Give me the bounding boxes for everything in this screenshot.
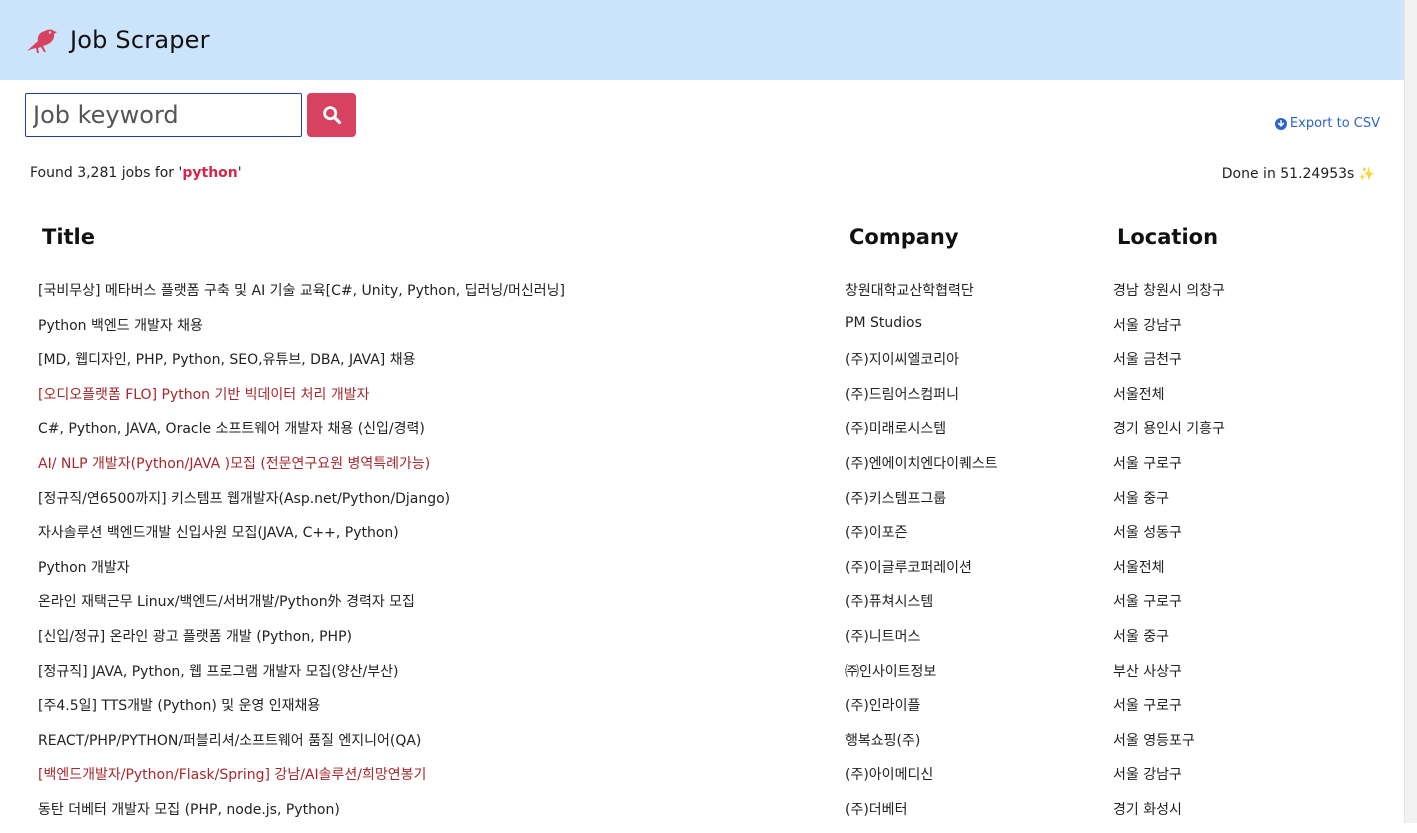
job-location: 서울 중구 [1113,490,1169,507]
job-title-link[interactable]: [오디오플랫폼 FLO] Python 기반 빅데이터 처리 개발자 [38,384,370,404]
company-name: (주)엔에이치엔다이퀘스트 [845,456,998,472]
elapsed-time-text: Done in 51.24953s ✨ [1221,166,1375,182]
job-location: 부산 사상구 [1113,663,1182,680]
table-row[interactable]: [신입/정규] 온라인 광고 플랫폼 개발 (Python, PHP) (주)니트… [0,626,1405,660]
job-location: 서울 성동구 [1113,525,1182,542]
company-name: (주)퓨쳐시스템 [845,594,934,611]
company-name: (주)이글루코퍼레이션 [845,559,972,576]
job-location: 서울 영등포구 [1113,732,1195,749]
company-name: (주)인라이플 [845,698,921,715]
table-row[interactable]: [정규직/연6500까지] 키스템프 웹개발자(Asp.net/Python/D… [0,488,1405,522]
job-location: 서울 강남구 [1113,317,1182,334]
company-name: (주)이포즌 [845,525,908,542]
table-row[interactable]: AI/ NLP 개발자(Python/JAVA )모집 (전문연구요원 병역특례… [0,453,1405,487]
table-row[interactable]: C#, Python, JAVA, Oracle 소프트웨어 개발자 채용 (신… [0,418,1405,452]
company-name: PM Studios [845,314,922,331]
table-row[interactable]: [주4.5일] TTS개발 (Python) 및 운영 인재채용 (주)인라이플 서… [0,695,1405,729]
job-location: 서울 중구 [1113,629,1169,645]
results-count-text: Found 3,281 jobs for 'python' [30,165,242,181]
table-row[interactable]: [오디오플랫폼 FLO] Python 기반 빅데이터 처리 개발자 (주)드림어… [0,384,1405,418]
job-title-link[interactable]: AI/ NLP 개발자(Python/JAVA )모집 (전문연구요원 병역특례… [38,453,430,473]
job-location: 서울 금천구 [1113,352,1182,369]
job-title-link[interactable]: 온라인 재택근무 Linux/백엔드/서버개발/Python外 경력자 모집 [38,591,415,611]
job-title-link[interactable]: [정규직] JAVA, Python, 웹 프로그램 개발자 모집(양산/부산) [38,661,398,681]
app-title[interactable]: Job Scraper [70,26,210,54]
table-row[interactable]: [정규직] JAVA, Python, 웹 프로그램 개발자 모집(양산/부산)… [0,661,1405,695]
company-name: 창원대학교산학협력단 [845,283,974,299]
export-csv-link[interactable]: Export to CSV [1274,116,1380,131]
job-location: 경남 창원시 의창구 [1113,283,1225,299]
job-title-link[interactable]: [신입/정규] 온라인 광고 플랫폼 개발 (Python, PHP) [38,626,352,646]
job-location: 서울 구로구 [1113,698,1182,715]
job-location: 경기 용인시 기흥구 [1113,421,1225,438]
table-row[interactable]: 온라인 재택근무 Linux/백엔드/서버개발/Python外 경력자 모집 (주… [0,591,1405,625]
job-title-link[interactable]: [MD, 웹디자인, PHP, Python, SEO,유튜브, DBA, JA… [38,349,415,369]
table-row[interactable]: 자사솔루션 백엔드개발 신입사원 모집(JAVA, C++, Python) (주… [0,522,1405,556]
table-row[interactable]: Python 개발자 (주)이글루코퍼레이션 서울전체 [0,557,1405,591]
company-name: (주)니트머스 [845,629,921,645]
job-title-link[interactable]: Python 개발자 [38,557,130,577]
export-label: Export to CSV [1289,116,1380,131]
company-name: (주)미래로시스템 [845,421,947,438]
company-name: (주)지이씨엘코리아 [845,352,959,369]
job-location: 경기 화성시 [1113,802,1182,818]
vertical-scrollbar[interactable] [1404,0,1417,823]
search-button[interactable] [307,93,356,137]
job-title-link[interactable]: REACT/PHP/PYTHON/퍼블리셔/소프트웨어 품질 엔지니어(QA) [38,730,421,750]
job-keyword-input[interactable] [25,93,302,137]
job-title-link[interactable]: 자사솔루션 백엔드개발 신입사원 모집(JAVA, C++, Python) [38,522,399,542]
job-location: 서울전체 [1113,559,1165,576]
job-location: 서울전체 [1113,386,1165,403]
column-header-title: Title [42,225,96,249]
column-header-location: Location [1117,225,1219,249]
table-row[interactable]: REACT/PHP/PYTHON/퍼블리셔/소프트웨어 품질 엔지니어(QA) 행… [0,730,1405,764]
app-header: Job Scraper [0,0,1405,80]
company-name: (주)드림어스컴퍼니 [845,386,959,403]
company-name: (주)더베터 [845,802,908,818]
job-title-link[interactable]: C#, Python, JAVA, Oracle 소프트웨어 개발자 채용 (신… [38,418,425,438]
search-keyword: python [182,165,238,181]
table-row[interactable]: 동탄 더베터 개발자 모집 (PHP, node.js, Python) (주)더… [0,799,1405,833]
company-name: ㈜인사이트정보 [845,663,937,680]
column-header-company: Company [849,225,959,249]
table-row[interactable]: Python 백엔드 개발자 채용 PM Studios 서울 강남구 [0,315,1405,349]
job-title-link[interactable]: [백엔드개발자/Python/Flask/Spring] 강남/AI솔루션/희망… [38,764,426,784]
search-icon [322,106,341,125]
job-title-link[interactable]: [국비무상] 메타버스 플랫폼 구축 및 AI 기술 교육[C#, Unity,… [38,280,565,300]
job-location: 서울 구로구 [1113,456,1182,472]
company-name: 행복쇼핑(주) [845,732,921,749]
company-name: (주)아이메디신 [845,767,934,784]
job-location: 서울 강남구 [1113,767,1182,784]
table-row[interactable]: [백엔드개발자/Python/Flask/Spring] 강남/AI솔루션/희망… [0,764,1405,798]
job-title-link[interactable]: 동탄 더베터 개발자 모집 (PHP, node.js, Python) [38,799,340,819]
table-row[interactable]: [국비무상] 메타버스 플랫폼 구축 및 AI 기술 교육[C#, Unity,… [0,280,1405,314]
company-name: (주)키스템프그룹 [845,490,947,507]
job-location: 서울 구로구 [1113,594,1182,611]
sparkle-icon: ✨ [1358,167,1375,182]
job-title-link[interactable]: Python 백엔드 개발자 채용 [38,315,203,335]
job-title-link[interactable]: [주4.5일] TTS개발 (Python) 및 운영 인재채용 [38,695,320,715]
download-circle-icon [1274,117,1287,130]
crow-icon[interactable] [24,25,58,55]
job-title-link[interactable]: [정규직/연6500까지] 키스템프 웹개발자(Asp.net/Python/D… [38,488,450,508]
table-row[interactable]: [MD, 웹디자인, PHP, Python, SEO,유튜브, DBA, JA… [0,349,1405,383]
